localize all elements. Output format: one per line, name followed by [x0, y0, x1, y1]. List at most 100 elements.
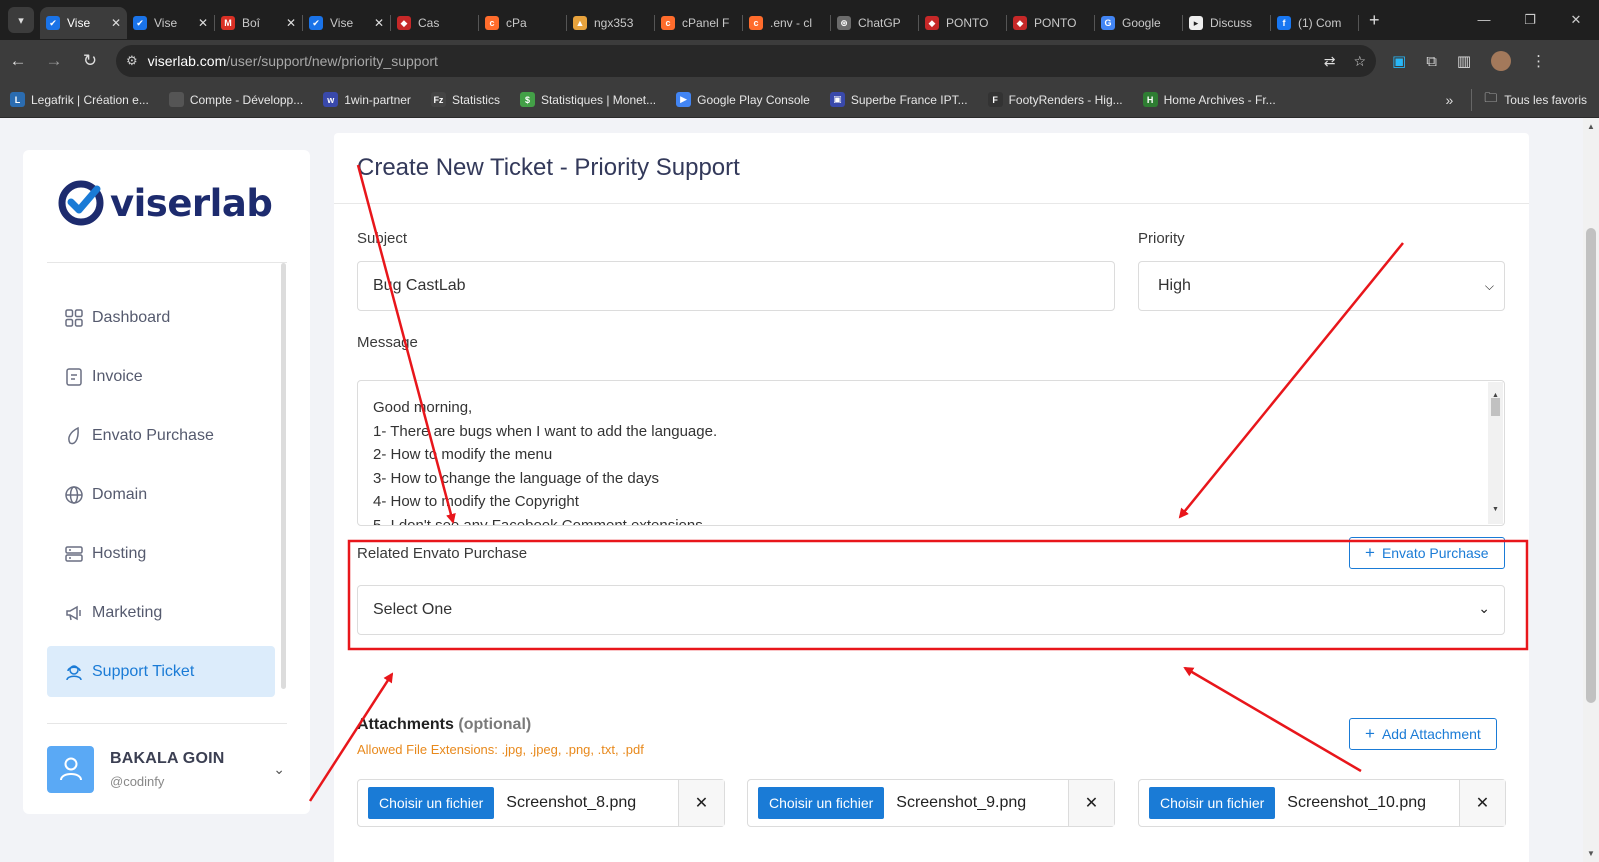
add-envato-purchase-button[interactable]: + Envato Purchase — [1349, 537, 1505, 569]
tab-close-icon[interactable]: ✕ — [111, 16, 121, 30]
bookmark-label: Compte - Développ... — [189, 92, 304, 107]
side-panel-icon[interactable]: ▥ — [1457, 52, 1471, 70]
bookmark-item[interactable]: F FootyRenders - Hig... — [987, 92, 1123, 107]
related-purchase-select[interactable]: Select One ⌄ — [357, 585, 1505, 635]
tab-close-icon[interactable]: ✕ — [286, 16, 296, 30]
tab-favicon-icon: ◆ — [397, 16, 411, 30]
bookmark-item[interactable]: ▣ Superbe France IPT... — [829, 92, 968, 107]
bookmark-item[interactable]: ▶ Google Play Console — [676, 92, 810, 107]
bookmark-item[interactable]: $ Statistiques | Monet... — [519, 92, 656, 107]
sidebar-item-domain[interactable]: Domain — [47, 469, 275, 520]
page-scroll-thumb[interactable] — [1586, 228, 1596, 703]
subject-input[interactable]: Bug CastLab — [357, 261, 1115, 311]
brand-logo[interactable]: viserlab — [58, 180, 273, 226]
file-input[interactable]: Choisir un fichier Screenshot_10.png ✕ — [1138, 779, 1506, 827]
user-profile-menu[interactable]: BAKALA GOIN @codinfy ⌄ — [47, 745, 297, 793]
bookmark-item[interactable]: Compte - Développ... — [168, 92, 304, 107]
sidebar-item-dashboard[interactable]: Dashboard — [47, 292, 275, 343]
all-bookmarks-button[interactable]: 🗀 Tous les favoris — [1471, 88, 1587, 111]
file-input[interactable]: Choisir un fichier Screenshot_9.png ✕ — [747, 779, 1115, 827]
chevron-down-icon[interactable]: ⌄ — [273, 761, 285, 778]
remove-file-icon[interactable]: ✕ — [1068, 780, 1114, 826]
scroll-up-icon[interactable]: ▲ — [1587, 122, 1595, 131]
browser-tab[interactable]: M Boî ✕ — [215, 7, 302, 39]
bookmark-label: Legafrik | Création e... — [31, 92, 149, 107]
remove-file-icon[interactable]: ✕ — [1459, 780, 1505, 826]
url-host: viserlab.com — [147, 53, 227, 69]
user-name: BAKALA GOIN — [110, 749, 225, 767]
tab-title: ngx353 — [594, 16, 634, 30]
browser-menu-icon[interactable]: ⋮ — [1531, 52, 1546, 70]
bookmark-favicon-icon: F — [987, 92, 1003, 107]
browser-tab[interactable]: c .env - cl — [743, 7, 830, 39]
scroll-down-icon[interactable]: ▼ — [1492, 498, 1499, 522]
bookmark-item[interactable]: L Legafrik | Création e... — [10, 92, 149, 107]
browser-tab[interactable]: ⊛ ChatGP — [831, 7, 918, 39]
scroll-thumb[interactable] — [1491, 398, 1500, 416]
tab-favicon-icon: ⊛ — [837, 16, 851, 30]
avatar — [47, 745, 94, 793]
textarea-scrollbar[interactable]: ▲ ▼ — [1488, 382, 1503, 524]
extension-green-icon[interactable]: ▣ — [1392, 52, 1406, 70]
back-icon[interactable]: ← — [0, 51, 36, 71]
browser-tab[interactable]: ✔ Vise ✕ — [40, 7, 127, 39]
reload-icon[interactable]: ↻ — [72, 51, 108, 71]
minimize-icon[interactable]: — — [1461, 12, 1507, 28]
add-attachment-button[interactable]: + Add Attachment — [1349, 718, 1497, 750]
tab-close-icon[interactable]: ✕ — [374, 16, 384, 30]
new-tab-button[interactable]: + — [1369, 10, 1380, 31]
browser-tab[interactable]: f (1) Com — [1271, 7, 1358, 39]
browser-tab[interactable]: ◆ PONTO — [919, 7, 1006, 39]
tab-close-icon[interactable]: ✕ — [198, 16, 208, 30]
bookmark-item[interactable]: Fz Statistics — [430, 92, 500, 107]
scroll-down-icon[interactable]: ▼ — [1587, 849, 1595, 858]
tab-favicon-icon: ✔ — [133, 16, 147, 30]
translate-icon[interactable]: ⇄ — [1324, 53, 1336, 70]
extensions-puzzle-icon[interactable]: ⧉ — [1426, 53, 1437, 70]
bookmark-label: Superbe France IPT... — [850, 92, 968, 107]
bookmark-item[interactable]: w 1win-partner — [323, 92, 411, 107]
choose-file-button[interactable]: Choisir un fichier — [1149, 787, 1276, 819]
site-info-icon[interactable]: ⚙ — [126, 53, 138, 69]
sidebar-item-marketing[interactable]: Marketing — [47, 587, 275, 638]
globe-icon — [65, 485, 83, 504]
tab-title: PONTO — [1034, 16, 1077, 30]
forward-icon[interactable]: → — [36, 51, 72, 71]
browser-tab[interactable]: ✔ Vise ✕ — [303, 7, 390, 39]
remove-file-icon[interactable]: ✕ — [678, 780, 724, 826]
bookmark-item[interactable]: H Home Archives - Fr... — [1142, 92, 1276, 107]
choose-file-button[interactable]: Choisir un fichier — [758, 787, 885, 819]
tab-search-menu-button[interactable]: ▾ — [8, 7, 34, 33]
sidebar-item-hosting[interactable]: Hosting — [47, 528, 275, 579]
browser-tab[interactable]: c cPanel F — [655, 7, 742, 39]
choose-file-button[interactable]: Choisir un fichier — [368, 787, 495, 819]
priority-select[interactable]: High ⌵ — [1138, 261, 1505, 311]
close-window-icon[interactable]: ✕ — [1553, 12, 1599, 28]
sidebar-item-invoice[interactable]: Invoice — [47, 351, 275, 402]
browser-tab[interactable]: G Google — [1095, 7, 1182, 39]
browser-tab[interactable]: ◆ PONTO — [1007, 7, 1094, 39]
browser-tab[interactable]: ▲ ngx353 — [567, 7, 654, 39]
sidebar-item-support-ticket[interactable]: Support Ticket — [47, 646, 275, 697]
browser-tab[interactable]: c cPa — [479, 7, 566, 39]
browser-tab[interactable]: ▸ Discuss — [1183, 7, 1270, 39]
page-scrollbar[interactable]: ▲ ▼ — [1583, 118, 1599, 862]
profile-avatar-icon[interactable] — [1491, 51, 1512, 71]
sidebar-scrollbar[interactable] — [281, 263, 286, 689]
url-bar[interactable]: ⚙ viserlab.com/user/support/new/priority… — [116, 45, 1376, 77]
message-line: 5- I don't see any Facebook Comment exte… — [373, 516, 703, 526]
browser-tab[interactable]: ✔ Vise ✕ — [127, 7, 214, 39]
bookmarks-bar: L Legafrik | Création e... Compte - Dévelo… — [0, 82, 1599, 118]
browser-tab[interactable]: ◆ Cas — [391, 7, 478, 39]
subject-value: Bug CastLab — [373, 277, 466, 294]
restore-icon[interactable]: ❐ — [1507, 12, 1553, 28]
tab-title: Vise — [67, 16, 91, 30]
message-textarea[interactable]: Good morning, 1- There are bugs when I wa… — [357, 380, 1505, 526]
file-input[interactable]: Choisir un fichier Screenshot_8.png ✕ — [357, 779, 725, 827]
tab-favicon-icon: c — [485, 16, 499, 30]
bookmark-favicon-icon: Fz — [430, 92, 446, 107]
sidebar-item-envato-purchase[interactable]: Envato Purchase — [47, 410, 275, 461]
bookmark-favicon-icon: ▶ — [676, 92, 692, 107]
bookmark-star-icon[interactable]: ☆ — [1353, 53, 1366, 70]
bookmarks-overflow-icon[interactable]: » — [1445, 92, 1453, 108]
